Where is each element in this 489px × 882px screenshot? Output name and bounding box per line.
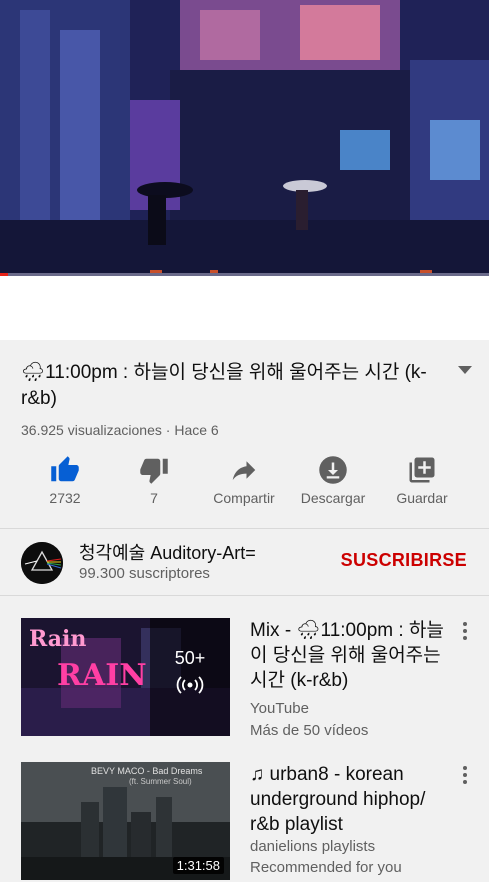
duration-badge: 1:31:58 xyxy=(172,857,224,874)
player-controls-area xyxy=(0,276,489,340)
like-button[interactable]: 2732 xyxy=(20,452,110,506)
video-thumbnail[interactable]: BEVY MACO - Bad Dreams (ft. Summer Soul)… xyxy=(21,762,230,880)
video-frame xyxy=(0,0,489,276)
share-label: Compartir xyxy=(213,490,275,506)
upload-time: Hace 6 xyxy=(174,422,219,438)
video-meta: 36.925 visualizaciones · Hace 6 xyxy=(21,422,219,438)
video-player[interactable] xyxy=(0,0,489,276)
expand-description-icon[interactable] xyxy=(458,366,472,374)
recommendation-meta: Recommended for you xyxy=(250,859,402,876)
recommendation-item[interactable]: Rain RAIN 50+ Mix - 🌧11:00pm : 하늘이 당신을 위… xyxy=(0,618,489,748)
download-icon xyxy=(319,456,347,484)
thumbs-up-icon xyxy=(51,456,79,482)
playlist-count: 50+ xyxy=(174,648,206,668)
share-icon xyxy=(232,461,256,480)
thumb-caption: BEVY MACO - Bad Dreams xyxy=(91,766,203,776)
channel-avatar[interactable] xyxy=(21,542,63,584)
recommendation-channel: YouTube xyxy=(250,700,309,717)
thumb-text-rain-large: RAIN xyxy=(57,658,147,693)
subscribe-button[interactable]: SUSCRIBIRSE xyxy=(341,550,467,571)
thumbs-down-icon xyxy=(140,458,168,484)
playlist-overlay: 50+ xyxy=(150,618,230,736)
video-info: 🌧11:00pm : 하늘이 당신을 위해 울어주는 시간 (k-r&b) 36… xyxy=(0,340,489,529)
recommendation-item[interactable]: BEVY MACO - Bad Dreams (ft. Summer Soul)… xyxy=(0,762,489,882)
more-options-icon[interactable] xyxy=(463,622,469,643)
recommendation-title[interactable]: ♫ urban8 - korean underground hiphop/ r&… xyxy=(250,762,450,837)
dislike-button[interactable]: 7 xyxy=(109,452,199,506)
download-label: Descargar xyxy=(300,490,366,506)
channel-row: 청각예술 Auditory-Art= 99.300 suscriptores S… xyxy=(0,529,489,596)
share-button[interactable]: Compartir xyxy=(199,452,289,506)
channel-name[interactable]: 청각예술 Auditory-Art= xyxy=(79,539,256,565)
add-to-playlist-icon xyxy=(409,457,435,483)
view-count: 36.925 visualizaciones xyxy=(21,422,162,438)
mix-broadcast-icon xyxy=(150,675,230,700)
subscriber-count: 99.300 suscriptores xyxy=(79,565,210,582)
more-options-icon[interactable] xyxy=(463,766,469,787)
thumb-text-rain: Rain xyxy=(29,626,87,652)
save-button[interactable]: Guardar xyxy=(377,452,467,506)
save-label: Guardar xyxy=(396,490,448,506)
recommendation-meta: Más de 50 vídeos xyxy=(250,722,369,739)
prism-logo-icon xyxy=(21,542,63,584)
action-bar: 2732 7 Compartir Descargar Guardar xyxy=(0,452,489,522)
video-thumbnail[interactable]: Rain RAIN 50+ xyxy=(21,618,230,736)
download-button[interactable]: Descargar xyxy=(288,452,378,506)
dislike-count: 7 xyxy=(150,490,158,506)
thumb-caption-feat: (ft. Summer Soul) xyxy=(129,777,192,786)
video-title: 🌧11:00pm : 하늘이 당신을 위해 울어주는 시간 (k-r&b) xyxy=(21,362,427,409)
like-count: 2732 xyxy=(49,490,81,506)
recommendation-channel: danielions playlists xyxy=(250,838,376,855)
recommendation-title[interactable]: Mix - 🌧11:00pm : 하늘이 당신을 위해 울어주는 시간 (k-r… xyxy=(250,618,450,693)
